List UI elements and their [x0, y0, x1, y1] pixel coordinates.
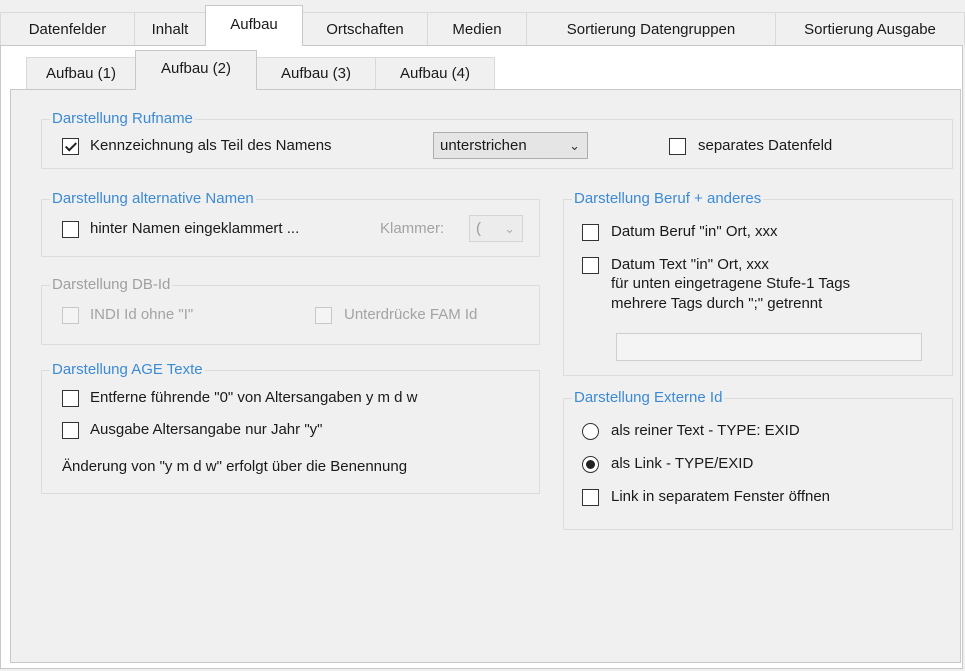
datum-text-checkbox[interactable]	[582, 257, 599, 274]
tab-medien[interactable]: Medien	[427, 12, 527, 45]
entferne-null-checkbox[interactable]	[62, 390, 79, 407]
tab-sortierung-ausgabe[interactable]: Sortierung Ausgabe	[775, 12, 965, 45]
indi-id-label: INDI Id ohne "I"	[90, 306, 194, 323]
group-alternative-namen: Darstellung alternative Namen hinter Nam…	[41, 190, 540, 257]
fam-id-label: Unterdrücke FAM Id	[344, 306, 478, 323]
kennzeichnung-label: Kennzeichnung als Teil des Namens	[90, 137, 332, 154]
radio-reiner-text-label: als reiner Text - TYPE: EXID	[611, 422, 800, 439]
aufbau-2-panel: Darstellung Rufname Kennzeichnung als Te…	[10, 89, 961, 663]
radio-link-label: als Link - TYPE/EXID	[611, 455, 754, 472]
group-age-texte-title: Darstellung AGE Texte	[50, 361, 205, 379]
radio-reiner-text[interactable]	[582, 423, 599, 440]
separate-window-checkbox[interactable]	[582, 489, 599, 506]
nur-jahr-label: Ausgabe Altersangabe nur Jahr "y"	[90, 421, 323, 438]
tab-inhalt[interactable]: Inhalt	[134, 12, 206, 45]
age-note: Änderung von "y m d w" erfolgt über die …	[62, 458, 408, 475]
group-beruf: Darstellung Beruf + anderes Datum Beruf …	[563, 190, 953, 376]
rufname-style-value: unterstrichen	[440, 137, 527, 154]
beruf-hint-line-1: für unten eingetragene Stufe-1 Tags	[611, 275, 851, 292]
klammer-select[interactable]: ( ⌄	[469, 215, 523, 242]
group-rufname: Darstellung Rufname Kennzeichnung als Te…	[41, 110, 953, 169]
group-db-id: Darstellung DB-Id INDI Id ohne "I" Unter…	[41, 276, 540, 345]
group-externe-id: Darstellung Externe Id als reiner Text -…	[563, 389, 953, 530]
hinter-namen-label: hinter Namen eingeklammert ...	[90, 220, 300, 237]
tab-aufbau-3[interactable]: Aufbau (3)	[256, 57, 376, 89]
tab-ortschaften[interactable]: Ortschaften	[302, 12, 428, 45]
separate-window-label: Link in separatem Fenster öffnen	[611, 488, 831, 505]
fam-id-checkbox[interactable]	[315, 307, 332, 324]
group-beruf-title: Darstellung Beruf + anderes	[572, 190, 764, 208]
radio-link[interactable]	[582, 456, 599, 473]
separates-datenfeld-label: separates Datenfeld	[698, 137, 833, 154]
tab-aufbau-2[interactable]: Aufbau (2)	[135, 50, 257, 90]
nur-jahr-checkbox[interactable]	[62, 422, 79, 439]
klammer-label: Klammer:	[380, 220, 445, 237]
main-tab-bar: Datenfelder Inhalt Aufbau Ortschaften Me…	[0, 0, 965, 46]
tab-aufbau[interactable]: Aufbau	[205, 5, 303, 46]
datum-beruf-label: Datum Beruf "in" Ort, xxx	[611, 223, 778, 240]
group-db-id-title: Darstellung DB-Id	[50, 276, 173, 294]
tab-aufbau-4[interactable]: Aufbau (4)	[375, 57, 495, 89]
kennzeichnung-checkbox[interactable]	[62, 138, 79, 155]
group-age-texte: Darstellung AGE Texte Entferne führende …	[41, 361, 540, 494]
group-externe-id-title: Darstellung Externe Id	[572, 389, 725, 407]
rufname-style-select[interactable]: unterstrichen ⌄	[433, 132, 588, 159]
tags-input[interactable]	[616, 333, 922, 361]
tab-datenfelder[interactable]: Datenfelder	[0, 12, 135, 45]
entferne-null-label: Entferne führende "0" von Altersangaben …	[90, 389, 418, 406]
datum-beruf-checkbox[interactable]	[582, 224, 599, 241]
chevron-down-icon: ⌄	[504, 221, 515, 236]
tab-sortierung-datengruppen[interactable]: Sortierung Datengruppen	[526, 12, 776, 45]
tab-aufbau-1[interactable]: Aufbau (1)	[26, 57, 136, 89]
datum-text-label: Datum Text "in" Ort, xxx	[611, 256, 769, 273]
indi-id-checkbox[interactable]	[62, 307, 79, 324]
klammer-value: (	[476, 220, 481, 237]
group-rufname-title: Darstellung Rufname	[50, 110, 195, 128]
group-alternative-namen-title: Darstellung alternative Namen	[50, 190, 256, 208]
hinter-namen-checkbox[interactable]	[62, 221, 79, 238]
chevron-down-icon: ⌄	[569, 138, 580, 153]
separates-datenfeld-checkbox[interactable]	[669, 138, 686, 155]
beruf-hint-line-2: mehrere Tags durch ";" getrennt	[611, 295, 823, 312]
